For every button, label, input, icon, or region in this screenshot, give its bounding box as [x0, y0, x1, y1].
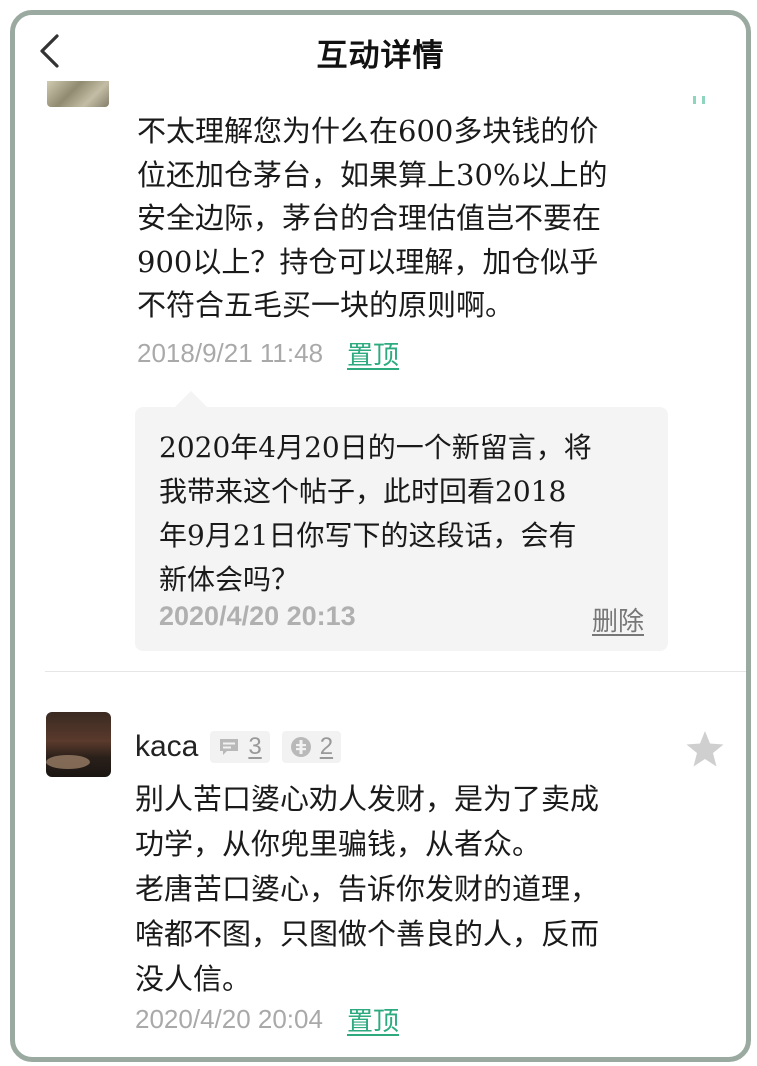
comment-text: 不太理解您为什么在600多块钱的价 位还加仓茅台，如果算上30%以上的 安全边际…	[137, 114, 608, 322]
like-count-badge[interactable]: 2	[281, 731, 342, 763]
comment-timestamp: 2020/4/20 20:04	[135, 1003, 323, 1034]
favorite-button[interactable]	[685, 729, 725, 769]
page-title: 互动详情	[316, 38, 445, 74]
delete-button[interactable]: 删除	[592, 601, 644, 638]
comment-count-badge[interactable]: 3	[210, 731, 270, 763]
comment-meta: 2018/9/21 11:48 置顶	[137, 333, 399, 373]
avatar[interactable]	[47, 81, 109, 107]
star-icon	[685, 731, 725, 773]
comment-count: 3	[248, 733, 262, 760]
pin-button[interactable]: 置顶	[347, 1001, 399, 1038]
nav-bar: 互动详情	[15, 15, 746, 83]
divider	[45, 671, 746, 672]
avatar[interactable]	[46, 712, 111, 777]
app-frame: 互动详情 不太理解您为什么在600多块钱的价 位还加仓茅台，如果算上30%以上的…	[10, 10, 751, 1062]
comment-text: 别人苦口婆心劝人发财，是为了卖成 功学，从你兜里骗钱，从者众。 老唐苦口婆心，告…	[135, 782, 600, 996]
comment-meta: 2020/4/20 20:04 置顶	[135, 999, 399, 1039]
comment-bubble-icon	[218, 736, 248, 758]
like-count: 2	[319, 733, 334, 760]
coin-icon	[290, 736, 320, 758]
comment-timestamp: 2018/9/21 11:48	[137, 337, 324, 368]
username[interactable]: kaca	[135, 730, 198, 764]
more-indicator-icon	[693, 89, 713, 104]
reply-timestamp: 2020/4/20 20:13	[159, 601, 356, 631]
reply-text: 2020年4月20日的一个新留言，将 我带来这个帖子，此时回看2018 年9月2…	[159, 431, 592, 596]
comment-header: kaca 3 2	[135, 727, 353, 767]
reply-box: 2020年4月20日的一个新留言，将 我带来这个帖子，此时回看2018 年9月2…	[135, 391, 668, 651]
pin-button[interactable]: 置顶	[347, 335, 399, 372]
